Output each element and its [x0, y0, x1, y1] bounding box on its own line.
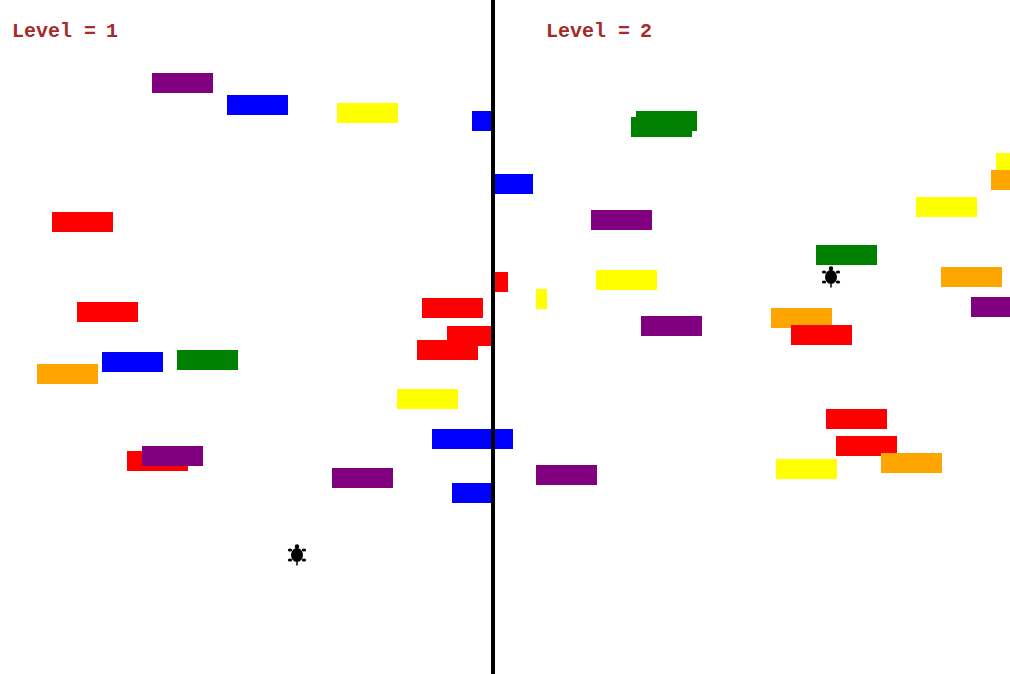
brick [991, 170, 1010, 190]
level-value: 2 [640, 20, 652, 44]
brick [776, 459, 837, 479]
brick [77, 302, 138, 322]
level-value: 1 [106, 20, 118, 44]
level-panel: Level = 1 [0, 0, 491, 674]
brick [536, 289, 547, 309]
turtle-icon [820, 266, 842, 288]
brick [916, 197, 977, 217]
brick [152, 73, 213, 93]
brick [177, 350, 238, 370]
brick [826, 409, 887, 429]
level-label-text: Level = [546, 20, 630, 44]
brick [816, 245, 877, 265]
level-label-text: Level = [12, 20, 96, 44]
brick [52, 212, 113, 232]
turtle-icon [286, 544, 308, 566]
brick [37, 364, 98, 384]
brick [397, 389, 458, 409]
brick [495, 174, 533, 194]
brick [422, 298, 483, 318]
brick [102, 352, 163, 372]
brick [417, 340, 478, 360]
brick [971, 297, 1010, 317]
brick [941, 267, 1002, 287]
brick [881, 453, 942, 473]
level-panel: Level = 2 [495, 0, 1010, 674]
brick [596, 270, 657, 290]
brick [495, 272, 508, 292]
level-label: Level = 2 [546, 20, 652, 44]
brick [227, 95, 288, 115]
game-screen: Level = 1 Level = 2 [0, 0, 1010, 674]
brick [495, 429, 513, 449]
brick [332, 468, 393, 488]
brick [631, 117, 692, 137]
brick [452, 483, 491, 503]
brick [142, 446, 203, 466]
brick [472, 111, 491, 131]
brick [591, 210, 652, 230]
brick [432, 429, 491, 449]
brick [791, 325, 852, 345]
level-label: Level = 1 [12, 20, 118, 44]
brick [641, 316, 702, 336]
brick [536, 465, 597, 485]
brick [337, 103, 398, 123]
